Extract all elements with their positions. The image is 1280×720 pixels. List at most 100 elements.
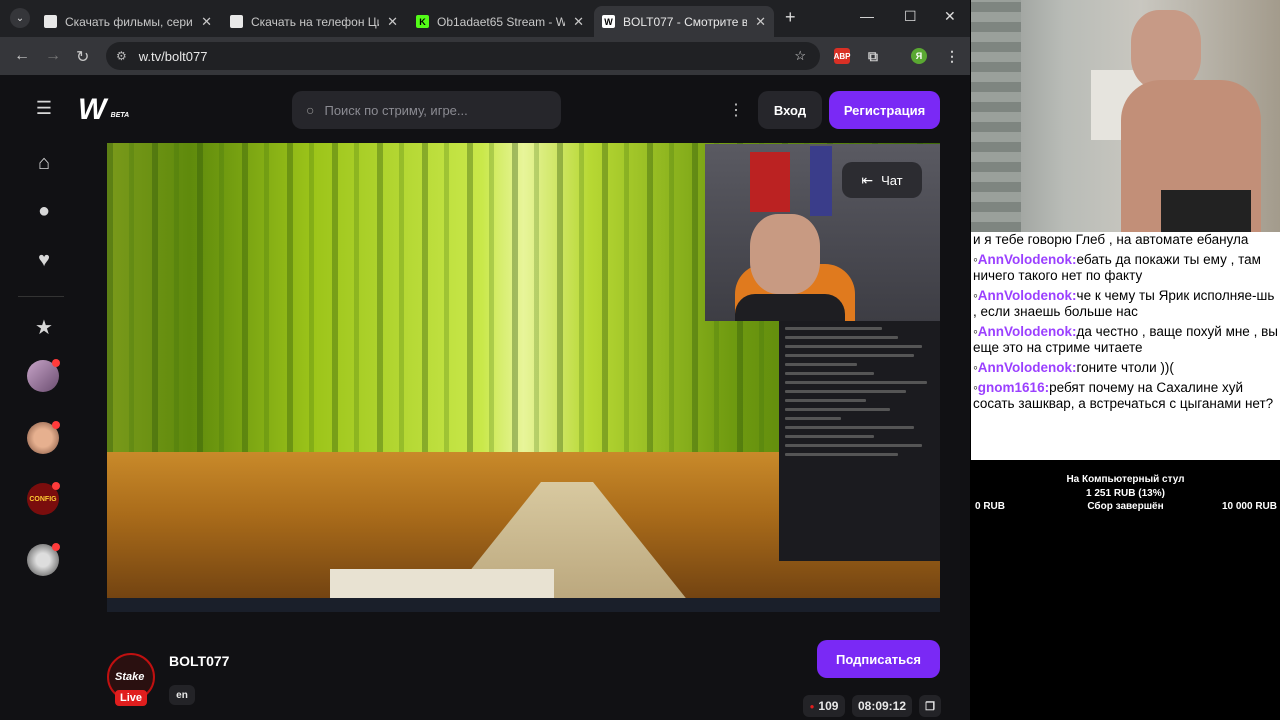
followed-channel-avatar[interactable]: CONFIG [27,482,60,515]
followed-channel-avatar[interactable] [27,359,60,392]
streamer-body-image [735,294,845,321]
search-placeholder: Поиск по стриму, игре... [324,102,468,118]
site-search-input[interactable]: ○ Поиск по стриму, игре... [292,91,561,129]
tab-search-button[interactable]: ⌄ [10,8,30,28]
url-text: w.tv/bolt077 [138,48,208,64]
wallpaper-image [971,0,1021,232]
home-icon[interactable]: ⌂ [33,152,55,175]
tab-title: Ob1adaet65 Stream - Watc [437,14,566,29]
avatar-label: CONFIG [29,495,57,503]
live-badge: Live [115,690,147,706]
person-head-image [1131,10,1201,90]
wtv-favicon-icon: W [602,15,615,28]
heart-icon[interactable]: ♥ [33,249,55,272]
reload-icon[interactable]: ↻ [76,47,89,67]
subscribe-button[interactable]: Подписаться [817,640,940,678]
close-tab-icon[interactable]: ✕ [755,14,766,30]
close-window-icon[interactable]: ✕ [944,8,956,25]
open-chat-button[interactable]: ⇤ Чат [842,162,922,198]
chat-text: гоните чтоли ))( [1076,360,1174,375]
omnibox[interactable]: ⚙ w.tv/bolt077 ☆ [106,42,820,70]
donation-goal-widget: На Компьютерный стул 1 251 RUB (13%) 0 R… [971,460,1280,720]
followed-channel-avatar[interactable] [27,543,60,576]
star-icon[interactable]: ★ [33,315,55,340]
goal-max: 10 000 RUB [1221,501,1277,512]
page-favicon-icon [230,15,243,28]
followed-channel-avatar[interactable] [27,421,60,454]
chat-nick: AnnVolodenok: [977,324,1077,339]
clip-icon[interactable]: ❐ [919,695,941,717]
captured-taskbar [107,598,940,612]
tab-4-active[interactable]: W BOLT077 - Смотрите в Лай ✕ [594,6,774,37]
tab-title: Скачать фильмы, сериалы [65,14,193,29]
collapse-arrow-icon: ⇤ [861,171,874,188]
close-tab-icon[interactable]: ✕ [387,14,398,30]
tab-bar: ⌄ Скачать фильмы, сериалы ✕ Скачать на т… [0,0,970,37]
minimize-icon[interactable]: — [860,8,874,24]
more-options-icon[interactable]: ⋮ [728,100,744,120]
captured-chat-window [779,321,940,561]
search-icon[interactable]: ● [33,200,55,223]
site-logo[interactable]: W BETA [78,93,129,127]
live-dot-icon: ● [809,701,815,711]
profile-avatar[interactable]: Я [911,48,927,64]
sidebar-divider [18,296,64,297]
chat-message: ◦AnnVolodenok:да честно , ваще похуй мне… [973,324,1278,355]
beta-badge: BETA [110,112,130,119]
login-button[interactable]: Вход [758,91,822,129]
tab-2[interactable]: Скачать на телефон Цикл ✕ [222,6,406,37]
chat-button-label: Чат [881,172,903,188]
adblock-extension-icon[interactable]: ABP [834,48,850,64]
streamer-face-image [750,214,820,294]
maximize-icon[interactable]: ☐ [904,8,917,25]
goal-title: На Компьютерный стул [1066,474,1185,485]
chat-message: ◦AnnVolodenok:ебать да покажи ты ему , т… [973,252,1261,283]
browser-menu-icon[interactable]: ⋮ [944,48,960,64]
chat-nick: AnnVolodenok: [977,288,1077,303]
viewer-count: ● 109 [803,695,845,717]
channel-name[interactable]: BOLT077 [169,653,229,669]
back-icon[interactable]: ← [14,47,30,65]
new-tab-button[interactable]: + [785,7,796,28]
avatar-text: Stake [115,671,145,683]
close-tab-icon[interactable]: ✕ [573,14,584,30]
chat-message: ◦gnom1616:ребят почему на Сахалине хуй с… [973,380,1274,411]
page-favicon-icon [44,15,57,28]
chat-message: и я тебе говорю Глеб , на автомате ебану… [973,232,1278,248]
dark-shorts-image [1161,190,1251,232]
forward-icon[interactable]: → [45,47,61,65]
viewer-count-value: 109 [818,699,839,713]
site-info-icon[interactable]: ⚙ [116,49,127,63]
overlay-divider [971,452,1280,460]
tab-1[interactable]: Скачать фильмы, сериалы ✕ [36,6,220,37]
live-dot-icon [52,543,60,551]
bookmark-star-icon[interactable]: ☆ [794,48,806,64]
chat-nick: AnnVolodenok: [977,360,1077,375]
tab-title: Скачать на телефон Цикл [251,14,379,29]
extensions-puzzle-icon[interactable]: ⧉ [865,48,881,64]
live-dot-icon [52,482,60,490]
language-tag[interactable]: en [169,685,195,705]
hamburger-menu-icon[interactable]: ☰ [33,98,55,119]
tab-3[interactable]: K Ob1adaet65 Stream - Watc ✕ [408,6,592,37]
overlay-chat: и я тебе говорю Глеб , на автомате ебану… [971,232,1280,452]
register-button[interactable]: Регистрация [829,91,940,129]
browser-window: ⌄ Скачать фильмы, сериалы ✕ Скачать на т… [0,0,970,720]
chat-message: ◦AnnVolodenok:гоните чтоли ))( [973,360,1174,375]
stream-uptime: 08:09:12 [852,695,912,717]
close-tab-icon[interactable]: ✕ [201,14,212,30]
live-dot-icon [52,359,60,367]
kick-favicon-icon: K [416,15,429,28]
chat-text: и я тебе говорю Глеб , на автомате ебану… [973,232,1249,247]
chat-nick: AnnVolodenok: [977,252,1077,267]
search-icon: ○ [306,102,315,118]
scarf-image [810,146,832,216]
jersey-image [750,152,790,212]
live-dot-icon [52,421,60,429]
logo-mark: W [78,93,106,126]
goal-raised: 1 251 RUB (13%) [1086,488,1165,499]
tab-title: BOLT077 - Смотрите в Лай [623,14,748,29]
chat-message: ◦AnnVolodenok:че к чему ты Ярик исполняе… [973,288,1275,319]
chat-nick: gnom1616: [977,380,1050,395]
streamer-webcam [971,0,1280,232]
